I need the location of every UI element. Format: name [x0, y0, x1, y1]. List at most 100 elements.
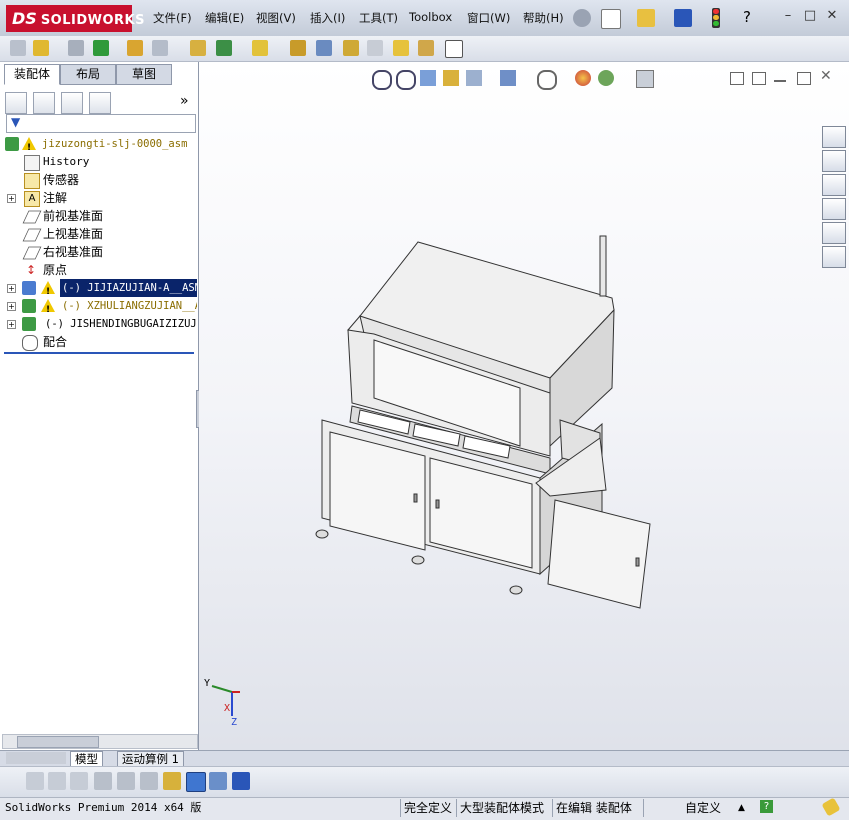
- smart-fasteners-icon[interactable]: [127, 40, 143, 56]
- shaded-with-edges-icon[interactable]: [94, 772, 112, 790]
- linear-pattern-icon[interactable]: [93, 40, 109, 56]
- taskpane-view-palette-icon[interactable]: [822, 198, 846, 220]
- taskpane-home-icon[interactable]: [822, 126, 846, 148]
- apply-scene-icon[interactable]: [598, 70, 614, 86]
- view-orientation-icon[interactable]: [466, 70, 482, 86]
- status-help-icon[interactable]: ?: [760, 800, 773, 813]
- menu-tools[interactable]: 工具(T): [359, 10, 398, 26]
- viewport-split-h-icon[interactable]: [730, 72, 744, 85]
- close-button[interactable]: ✕: [824, 8, 840, 24]
- new-document-icon[interactable]: [601, 9, 621, 29]
- minimize-button[interactable]: –: [780, 8, 796, 24]
- hide-show-items-icon[interactable]: [537, 70, 557, 90]
- document-minimize-icon[interactable]: [774, 80, 786, 82]
- menu-window[interactable]: 窗口(W): [467, 10, 510, 26]
- tab-scroll-arrows[interactable]: [6, 752, 66, 764]
- show-hidden-icon[interactable]: [190, 40, 206, 56]
- tree-item-annotations[interactable]: + A 注解: [0, 189, 197, 207]
- tab-assembly[interactable]: 装配体: [4, 64, 60, 85]
- viewport-split-v-icon[interactable]: [752, 72, 766, 85]
- configuration-manager-icon[interactable]: [61, 92, 83, 114]
- restore-button[interactable]: □: [802, 8, 818, 24]
- menu-toolbox[interactable]: Toolbox: [409, 10, 452, 24]
- tree-item-origin[interactable]: ↕ 原点: [0, 261, 197, 279]
- zoom-tool-icon[interactable]: [232, 772, 250, 790]
- perspective-icon[interactable]: [163, 772, 181, 790]
- tree-item-top-plane[interactable]: 上视基准面: [0, 225, 197, 243]
- rebuild-traffic-light-icon[interactable]: [712, 8, 720, 28]
- edit-appearance-icon[interactable]: [575, 70, 591, 86]
- taskpane-design-library-icon[interactable]: [822, 150, 846, 172]
- save-icon[interactable]: [674, 9, 692, 27]
- tree-item-xzhuliang[interactable]: + ! (-) XZHULIANGZUJIAN__AS: [0, 297, 197, 315]
- tab-layout[interactable]: 布局: [60, 64, 116, 85]
- tree-root-assembly[interactable]: ! jizuzongti-slj-0000_asm: [0, 135, 197, 153]
- shaded-icon[interactable]: [117, 772, 135, 790]
- expand-toggle[interactable]: +: [7, 302, 16, 311]
- tree-item-sensors[interactable]: 传感器: [0, 171, 197, 189]
- menu-view[interactable]: 视图(V): [256, 10, 296, 26]
- panel-horizontal-scrollbar[interactable]: [2, 734, 198, 749]
- instant3d-icon[interactable]: [445, 40, 463, 58]
- help-question-icon[interactable]: ?: [743, 8, 751, 26]
- menu-insert[interactable]: 插入(I): [310, 10, 345, 26]
- taskpane-file-explorer-icon[interactable]: [822, 174, 846, 196]
- rollback-bar[interactable]: [4, 352, 194, 354]
- hidden-lines-removed-icon[interactable]: [70, 772, 88, 790]
- scrollbar-thumb[interactable]: [17, 736, 99, 748]
- tab-sketch[interactable]: 草图: [116, 64, 172, 85]
- document-close-icon[interactable]: ✕: [820, 68, 832, 84]
- menu-file[interactable]: 文件(F): [153, 10, 192, 26]
- solidworks-logo[interactable]: DS SOLIDWORKS: [6, 5, 144, 32]
- expand-toggle[interactable]: +: [7, 194, 16, 203]
- display-style-icon[interactable]: [500, 70, 516, 86]
- new-motion-study-icon[interactable]: [290, 40, 306, 56]
- clearance-verification-icon[interactable]: [418, 40, 434, 56]
- interference-detection-icon[interactable]: [393, 40, 409, 56]
- tree-filter-field[interactable]: ▼: [6, 114, 196, 133]
- display-manager-icon[interactable]: [89, 92, 111, 114]
- tree-item-history[interactable]: History: [0, 153, 197, 171]
- assembly-features-icon[interactable]: [216, 40, 232, 56]
- tree-item-front-plane[interactable]: 前视基准面: [0, 207, 197, 225]
- hidden-lines-visible-icon[interactable]: [48, 772, 66, 790]
- property-manager-icon[interactable]: [33, 92, 55, 114]
- previous-view-icon[interactable]: [420, 70, 436, 86]
- move-component-icon[interactable]: [152, 40, 168, 56]
- view-settings-icon[interactable]: [636, 70, 654, 88]
- section-view-tool-icon[interactable]: [209, 772, 227, 790]
- zoom-to-fit-icon[interactable]: [372, 70, 392, 90]
- zoom-to-area-icon[interactable]: [396, 70, 416, 90]
- taskpane-custom-properties-icon[interactable]: [822, 246, 846, 268]
- machine-model[interactable]: [300, 228, 660, 618]
- exploded-view-icon[interactable]: [343, 40, 359, 56]
- tree-item-jijiazujian[interactable]: + ! (-) JIJIAZUJIAN-A__ASM<: [0, 279, 197, 297]
- bill-of-materials-icon[interactable]: [316, 40, 332, 56]
- pin-icon[interactable]: [573, 9, 591, 27]
- explode-line-sketch-icon[interactable]: [367, 40, 383, 56]
- wireframe-icon[interactable]: [26, 772, 44, 790]
- tab-motion-study-1[interactable]: 运动算例 1: [117, 751, 184, 767]
- open-folder-icon[interactable]: [637, 9, 655, 27]
- tree-item-mates[interactable]: 配合: [0, 333, 197, 351]
- insert-component-icon[interactable]: [10, 40, 26, 56]
- menu-edit[interactable]: 编辑(E): [205, 10, 244, 26]
- filter-funnel-icon[interactable]: ▼: [11, 115, 20, 129]
- panel-expand-icon[interactable]: »: [180, 93, 189, 109]
- feature-manager-tree-icon[interactable]: [5, 92, 27, 114]
- taskpane-appearances-icon[interactable]: [822, 222, 846, 244]
- menu-help[interactable]: 帮助(H): [523, 10, 564, 26]
- reference-geometry-icon[interactable]: [252, 40, 268, 56]
- display-mode-icon[interactable]: [186, 772, 206, 792]
- draft-quality-icon[interactable]: [140, 772, 158, 790]
- new-part-icon[interactable]: [33, 40, 49, 56]
- expand-toggle[interactable]: +: [7, 284, 16, 293]
- expand-toggle[interactable]: +: [7, 320, 16, 329]
- status-custom-units[interactable]: 自定义: [685, 800, 721, 816]
- units-dropdown-icon[interactable]: ▲: [738, 800, 745, 816]
- document-restore-icon[interactable]: [797, 72, 811, 85]
- tree-item-right-plane[interactable]: 右视基准面: [0, 243, 197, 261]
- tree-item-jishending[interactable]: + (-) JISHENDINGBUGAIZIZUJIA: [0, 315, 197, 333]
- mate-icon[interactable]: [68, 40, 84, 56]
- tab-model[interactable]: 模型: [70, 751, 103, 767]
